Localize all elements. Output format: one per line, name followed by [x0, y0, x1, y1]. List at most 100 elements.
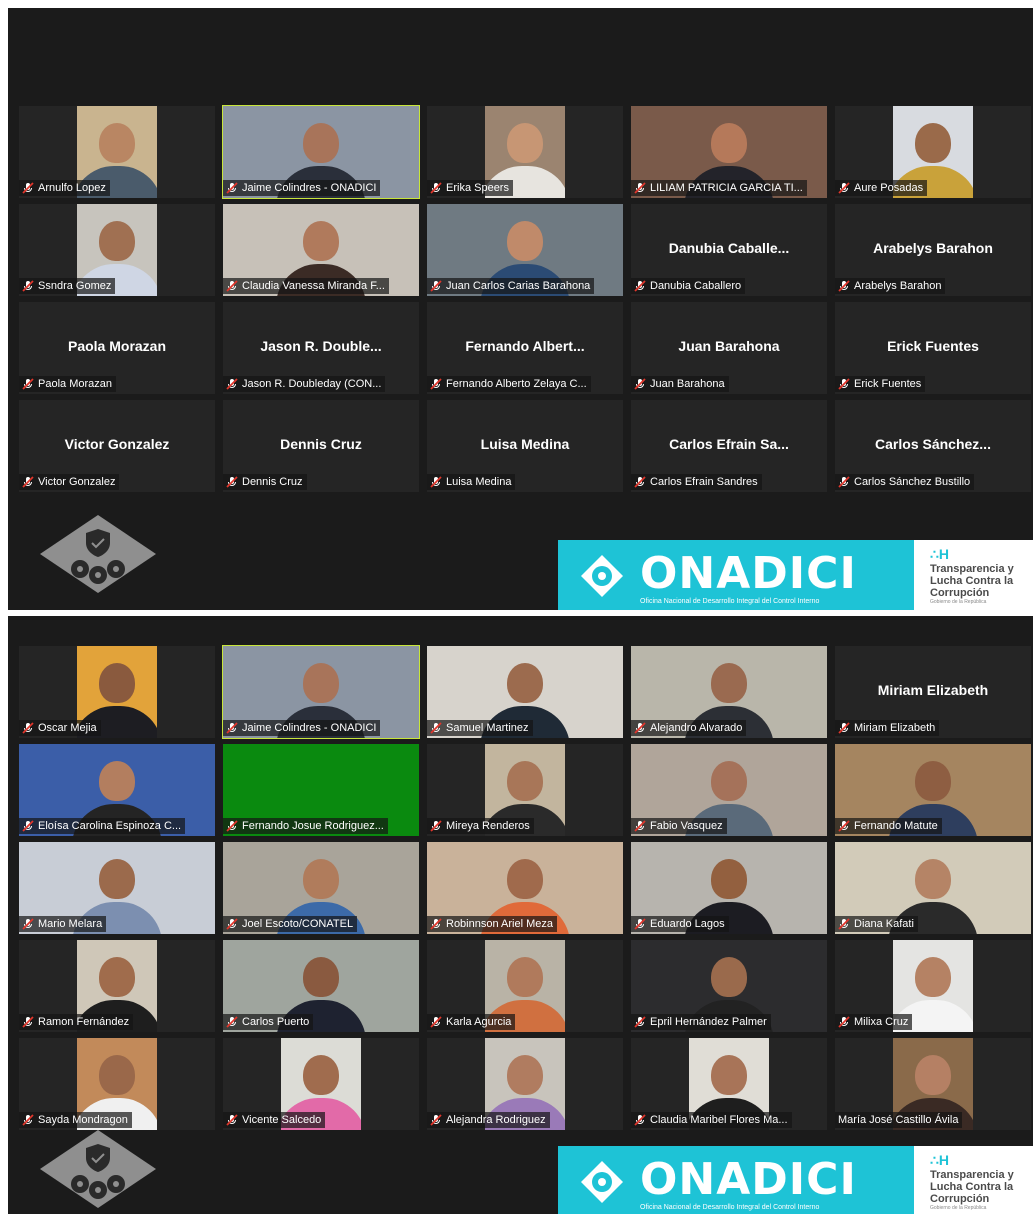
- participant-silhouette-head: [99, 1054, 135, 1095]
- tagline-small: Gobierno de la República: [930, 599, 987, 605]
- tagline-line-3: Corrupción: [930, 587, 990, 599]
- muted-mic-icon: [22, 378, 34, 390]
- participant-name-tag: Jason R. Doubleday (CON...: [223, 376, 386, 392]
- participant-name-tag: Fernando Alberto Zelaya C...: [427, 376, 591, 392]
- gallery-grid-bottom: Oscar Mejia Jaime Colindres - ONADICI Samu…: [19, 645, 1033, 1130]
- participant-tile[interactable]: Mireya Renderos: [427, 744, 623, 836]
- participant-tile[interactable]: Alejandro Alvarado: [631, 646, 827, 738]
- participant-tile[interactable]: Joel Escoto/CONATEL: [223, 842, 419, 934]
- participant-tile[interactable]: Erick Fuentes Erick Fuentes: [835, 302, 1031, 394]
- participant-tile[interactable]: Miriam Elizabeth Miriam Elizabeth: [835, 646, 1031, 738]
- participant-name-label: Fernando Alberto Zelaya C...: [446, 378, 587, 390]
- participant-name-tag: Vicente Salcedo: [223, 1112, 326, 1128]
- muted-mic-icon: [838, 820, 850, 832]
- tagline-small: Gobierno de la República: [930, 1205, 987, 1211]
- participant-name-tag: Danubia Caballero: [631, 278, 746, 294]
- participant-name-tag: Miriam Elizabeth: [835, 720, 940, 736]
- participant-name-label: Carlos Puerto: [242, 1016, 310, 1028]
- participant-tile[interactable]: Arnulfo Lopez: [19, 106, 215, 198]
- participant-tile[interactable]: Vicente Salcedo: [223, 1038, 419, 1130]
- muted-mic-icon: [22, 820, 34, 832]
- participant-tile[interactable]: Oscar Mejia: [19, 646, 215, 738]
- participant-tile[interactable]: Diana Kafati: [835, 842, 1031, 934]
- participant-silhouette-head: [99, 956, 135, 997]
- participant-tile[interactable]: Erika Speers: [427, 106, 623, 198]
- participant-tile[interactable]: Arabelys Barahon Arabelys Barahon: [835, 204, 1031, 296]
- participant-tile[interactable]: Eloísa Carolina Espinoza C...: [19, 744, 215, 836]
- participant-name-label: Arnulfo Lopez: [38, 182, 106, 194]
- meeting-window-top: Arnulfo Lopez Jaime Colindres - ONADICI Er…: [8, 8, 1033, 610]
- participant-tile[interactable]: Mario Melara: [19, 842, 215, 934]
- participant-tile[interactable]: Eduardo Lagos: [631, 842, 827, 934]
- participant-tile[interactable]: Karla Agurcia: [427, 940, 623, 1032]
- participant-display-name: Fernando Albert...: [465, 338, 585, 354]
- muted-mic-icon: [430, 476, 442, 488]
- tagline-line-1: Transparencia y: [930, 1169, 1014, 1181]
- participant-tile[interactable]: Claudia Maribel Flores Ma...: [631, 1038, 827, 1130]
- participant-name-label: Ssndra Gomez: [38, 280, 112, 292]
- participant-name-label: Aure Posadas: [854, 182, 924, 194]
- participant-tile[interactable]: Luisa Medina Luisa Medina: [427, 400, 623, 492]
- government-logo-icon: ∴H: [930, 1152, 950, 1168]
- participant-name-label: Danubia Caballero: [650, 280, 742, 292]
- participant-tile[interactable]: Danubia Caballe... Danubia Caballero: [631, 204, 827, 296]
- participant-name-label: Claudia Vanessa Miranda F...: [242, 280, 385, 292]
- participant-tile[interactable]: Ramon Fernández: [19, 940, 215, 1032]
- participant-name-label: Fernando Josue Rodriguez...: [242, 820, 384, 832]
- meeting-window-bottom: Oscar Mejia Jaime Colindres - ONADICI Samu…: [8, 616, 1033, 1214]
- participant-tile[interactable]: Samuel Martinez: [427, 646, 623, 738]
- participant-tile[interactable]: Alejandra Rodriguez: [427, 1038, 623, 1130]
- muted-mic-icon: [634, 1016, 646, 1028]
- participant-tile[interactable]: Jaime Colindres - ONADICI: [222, 105, 420, 199]
- participant-tile[interactable]: LILIAM PATRICIA GARCIA TI...: [631, 106, 827, 198]
- participant-tile[interactable]: Carlos Puerto: [223, 940, 419, 1032]
- tagline-line-3: Corrupción: [930, 1193, 990, 1205]
- participant-tile[interactable]: Paola Morazan Paola Morazan: [19, 302, 215, 394]
- participant-tile[interactable]: Jaime Colindres - ONADICI: [222, 645, 420, 739]
- muted-mic-icon: [430, 1114, 442, 1126]
- participant-tile[interactable]: Carlos Sánchez... Carlos Sánchez Bustillo: [835, 400, 1031, 492]
- participant-tile[interactable]: Ssndra Gomez: [19, 204, 215, 296]
- participant-tile[interactable]: Carlos Efrain Sa... Carlos Efrain Sandres: [631, 400, 827, 492]
- participant-name-tag: Oscar Mejia: [19, 720, 101, 736]
- participant-name-label: Erika Speers: [446, 182, 509, 194]
- participant-tile[interactable]: Victor Gonzalez Victor Gonzalez: [19, 400, 215, 492]
- muted-mic-icon: [226, 918, 238, 930]
- participant-tile[interactable]: Claudia Vanessa Miranda F...: [223, 204, 419, 296]
- tagline-line-2: Lucha Contra la: [930, 1181, 1014, 1193]
- participant-name-label: Paola Morazan: [38, 378, 112, 390]
- participant-tile[interactable]: Milixa Cruz: [835, 940, 1031, 1032]
- muted-mic-icon: [430, 378, 442, 390]
- tagline-line-2: Lucha Contra la: [930, 575, 1014, 587]
- participant-silhouette-head: [915, 122, 951, 163]
- participant-tile[interactable]: María José Castillo Ávila: [835, 1038, 1031, 1130]
- participant-tile[interactable]: Fernando Josue Rodriguez...: [223, 744, 419, 836]
- participant-tile[interactable]: Epril Hernández Palmer: [631, 940, 827, 1032]
- muted-mic-icon: [226, 820, 238, 832]
- muted-mic-icon: [838, 182, 850, 194]
- participant-tile[interactable]: Dennis Cruz Dennis Cruz: [223, 400, 419, 492]
- participant-tile[interactable]: Aure Posadas: [835, 106, 1031, 198]
- participant-tile[interactable]: Sayda Mondragon: [19, 1038, 215, 1130]
- participant-display-name: Carlos Efrain Sa...: [669, 436, 789, 452]
- participant-tile[interactable]: Jason R. Double... Jason R. Doubleday (CO…: [223, 302, 419, 394]
- participant-silhouette-head: [711, 760, 747, 801]
- participant-name-label: Epril Hernández Palmer: [650, 1016, 767, 1028]
- participant-name-label: Ramon Fernández: [38, 1016, 130, 1028]
- muted-mic-icon: [838, 918, 850, 930]
- participant-tile[interactable]: Robinnson Ariel Meza: [427, 842, 623, 934]
- participant-silhouette-head: [711, 1054, 747, 1095]
- participant-name-label: Mireya Renderos: [446, 820, 530, 832]
- participant-name-tag: Ssndra Gomez: [19, 278, 116, 294]
- participant-name-label: Victor Gonzalez: [38, 476, 116, 488]
- participant-tile[interactable]: Juan Barahona Juan Barahona: [631, 302, 827, 394]
- muted-mic-icon: [430, 722, 442, 734]
- participant-name-tag: Juan Barahona: [631, 376, 729, 392]
- participant-tile[interactable]: Fabio Vasquez: [631, 744, 827, 836]
- participant-tile[interactable]: Juan Carlos Carias Barahona: [427, 204, 623, 296]
- participant-name-tag: Jaime Colindres - ONADICI: [223, 180, 381, 196]
- participant-name-tag: Samuel Martinez: [427, 720, 533, 736]
- brand-subtitle: Oficina Nacional de Desarrollo Integral …: [640, 598, 820, 605]
- participant-tile[interactable]: Fernando Matute: [835, 744, 1031, 836]
- participant-tile[interactable]: Fernando Albert... Fernando Alberto Zelay…: [427, 302, 623, 394]
